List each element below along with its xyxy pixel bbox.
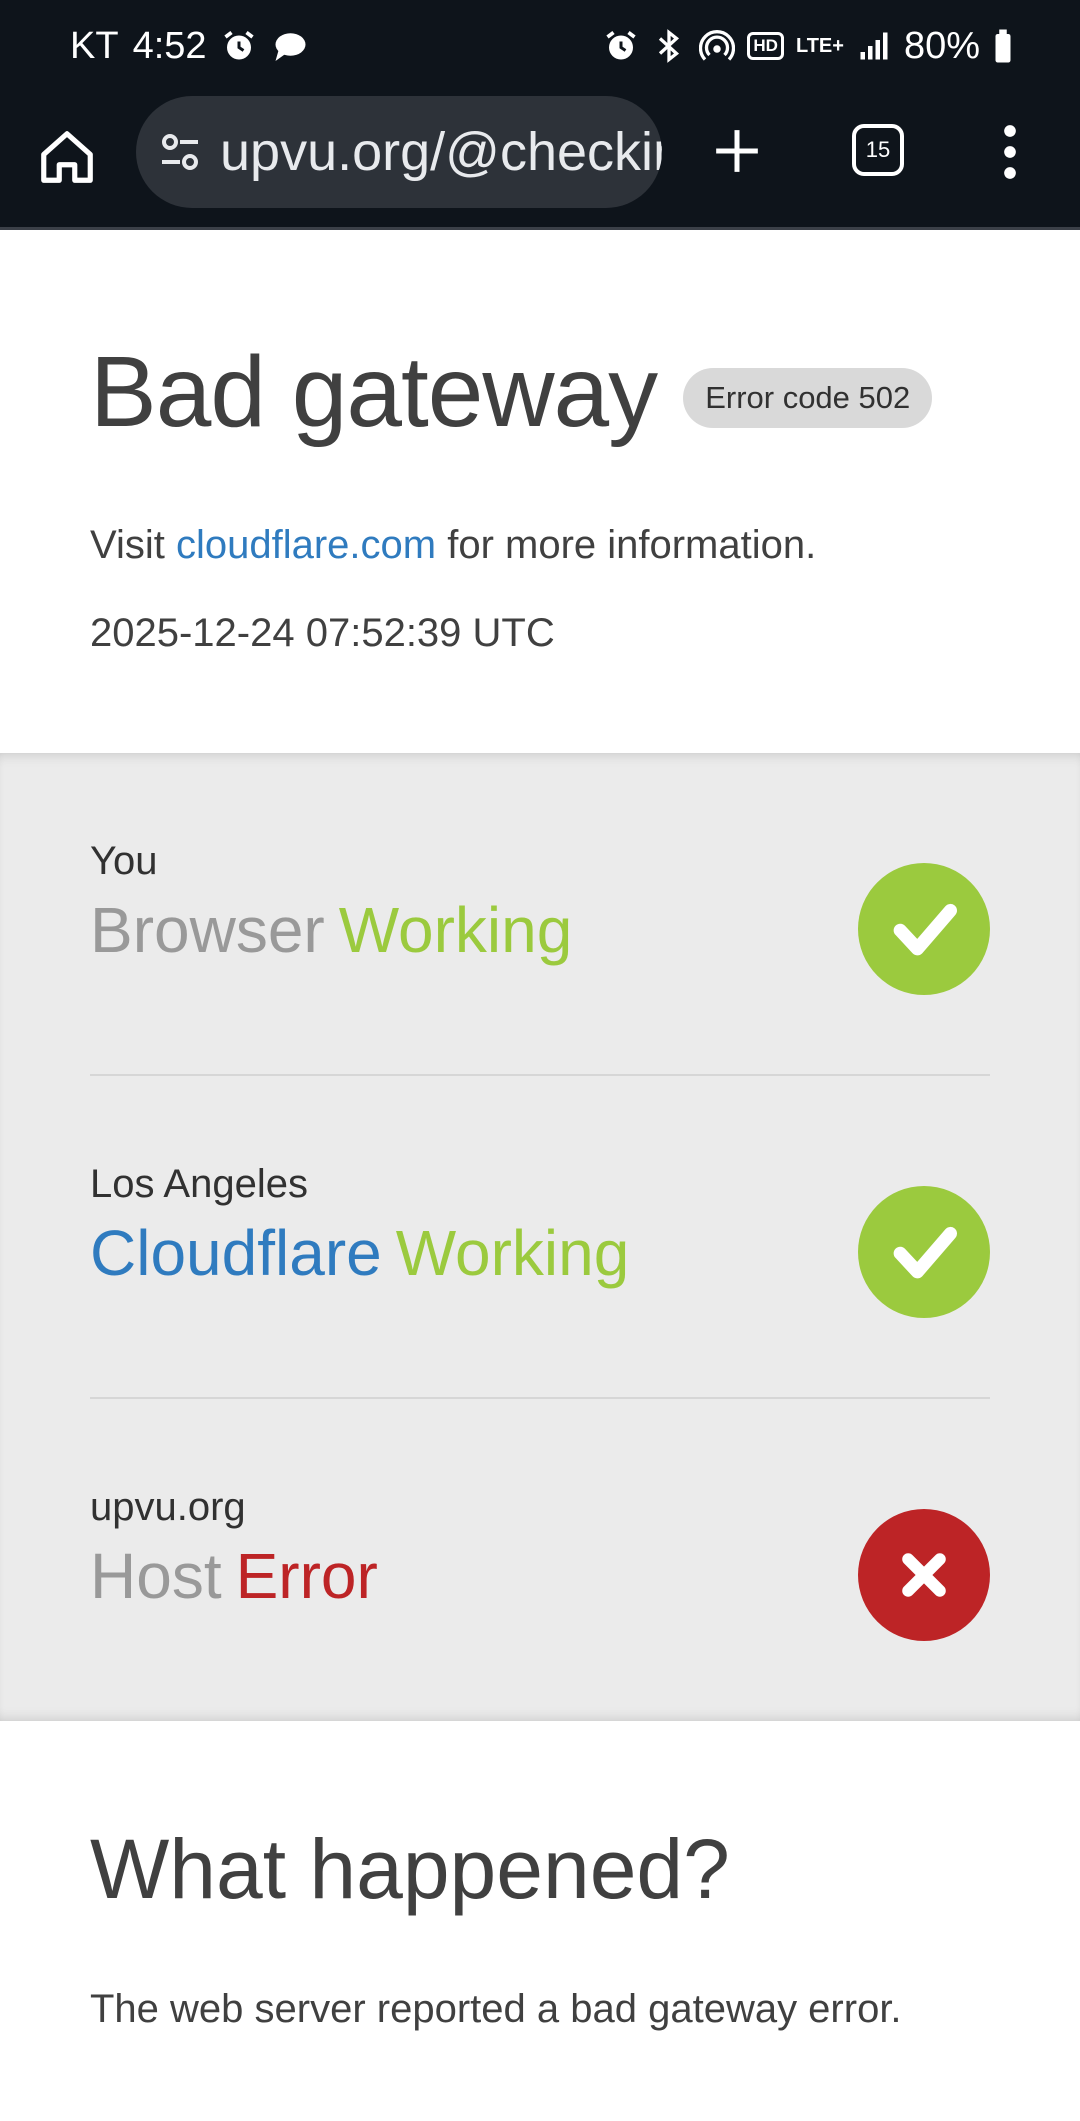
status-text: Error [235, 1540, 378, 1612]
status-name[interactable]: Cloudflare [90, 1217, 382, 1289]
clock: 4:52 [132, 24, 207, 67]
status-location: Los Angeles [90, 1162, 308, 1206]
status-location: You [90, 839, 158, 883]
alarm-icon [221, 28, 257, 64]
check-icon [858, 863, 990, 995]
status-name: Browser [90, 894, 325, 966]
timestamp: 2025-12-24 07:52:39 UTC [90, 611, 555, 655]
hotspot-icon [699, 28, 736, 64]
visit-info: Visit cloudflare.com for more informatio… [90, 523, 817, 567]
error-header: Bad gateway Error code 502 Visit cloudfl… [0, 233, 1080, 753]
status-item-browser: You Browser Working [90, 753, 990, 1076]
site-settings-icon[interactable] [156, 128, 204, 176]
section-heading: What happened? [90, 1822, 730, 1916]
status-text: Working [338, 894, 573, 966]
status-location: upvu.org [90, 1485, 246, 1529]
check-icon [858, 1186, 990, 1318]
battery-icon [992, 28, 1014, 64]
cloudflare-link[interactable]: cloudflare.com [176, 523, 436, 567]
home-button[interactable] [36, 126, 98, 188]
address-bar[interactable]: upvu.org/@checkingbot [136, 96, 662, 208]
close-icon [858, 1509, 990, 1641]
bluetooth-icon [651, 28, 687, 64]
web-page: Bad gateway Error code 502 Visit cloudfl… [0, 233, 1080, 2121]
battery-percent: 80% [903, 24, 980, 67]
section-body: The web server reported a bad gateway er… [90, 1987, 902, 2031]
status-bar: KT 4:52 HD LTE+ 80% [0, 0, 1080, 92]
status-item-host: upvu.org Host Error [90, 1399, 990, 1722]
new-tab-button[interactable] [712, 126, 762, 176]
network-type-icon: LTE+ [795, 35, 844, 57]
browser-toolbar: upvu.org/@checkingbot 15 [0, 92, 1080, 230]
chat-bubble-icon [271, 28, 307, 64]
tab-switcher-button[interactable]: 15 [852, 124, 904, 176]
status-name: Host [90, 1540, 222, 1612]
more-menu-icon[interactable] [998, 124, 1022, 180]
status-text: Working [395, 1217, 630, 1289]
signal-icon [856, 28, 892, 64]
hd-voice-icon: HD [747, 32, 784, 60]
url-text: upvu.org/@checkingbot [220, 122, 662, 182]
status-diagram: You Browser Working Los Angeles Cloudflar… [0, 753, 1080, 1721]
error-code-badge: Error code 502 [683, 367, 933, 428]
status-item-cloudflare: Los Angeles Cloudflare Working [90, 1076, 990, 1399]
alarm-icon [603, 28, 639, 64]
carrier-label: KT [70, 24, 119, 67]
page-title: Bad gateway [90, 336, 658, 448]
what-happened-section: What happened? The web server reported a… [0, 1721, 1080, 2121]
